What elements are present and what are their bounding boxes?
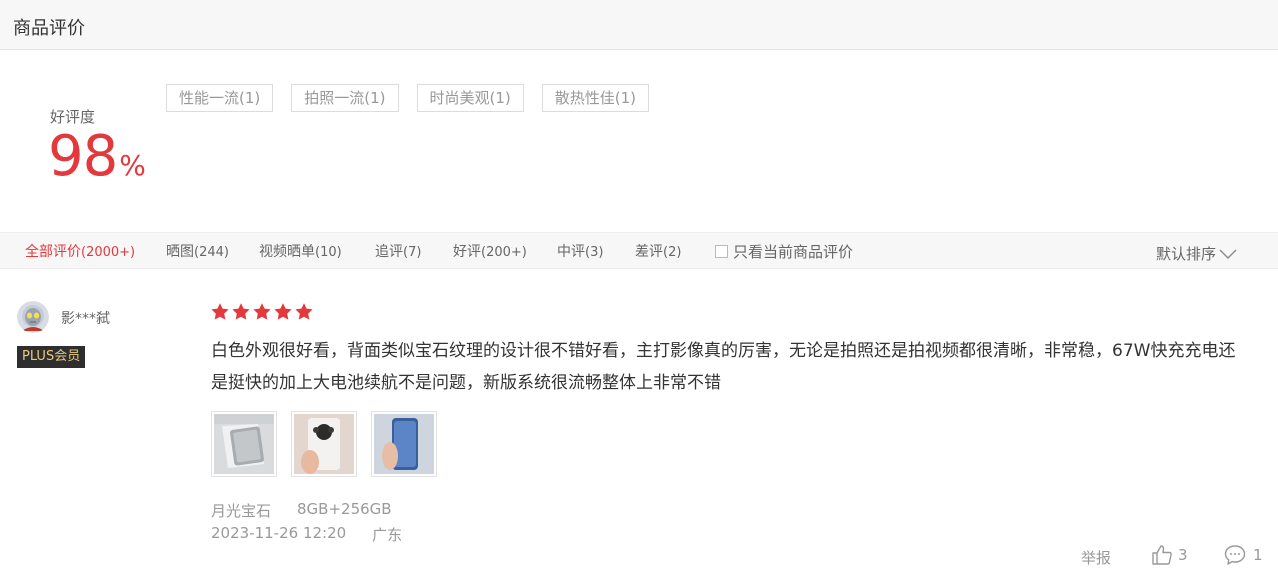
filter-all-label: 全部评价 — [25, 244, 81, 260]
filter-followup[interactable]: 追评(7) — [375, 241, 421, 261]
star-icon — [211, 303, 229, 320]
tag-appearance[interactable]: 时尚美观(1) — [416, 84, 524, 112]
thumbs-up-icon — [1152, 545, 1172, 565]
filter-bar: 全部评价(2000+) 晒图(244) 视频晒单(10) 追评(7) 好评(20… — [0, 232, 1278, 269]
like-button[interactable]: 3 — [1150, 543, 1188, 567]
filter-photos[interactable]: 晒图(244) — [166, 241, 229, 261]
like-count: 3 — [1178, 546, 1188, 564]
chevron-down-icon — [1219, 249, 1237, 259]
plus-member-badge: PLUS会员 — [17, 346, 86, 368]
review-location: 广东 — [372, 526, 403, 544]
rating-value: 98% — [48, 124, 146, 199]
variant-color: 月光宝石 — [211, 502, 272, 520]
section-title: 商品评价 — [13, 18, 85, 39]
photo-image — [294, 414, 354, 474]
filter-followup-label: 追评 — [375, 244, 403, 260]
filter-neutral[interactable]: 中评(3) — [557, 241, 603, 261]
report-link[interactable]: 举报 — [1081, 547, 1111, 568]
filter-followup-count: (7) — [403, 245, 422, 260]
filter-all[interactable]: 全部评价(2000+) — [25, 241, 135, 261]
review-meta: 2023-11-26 12:20 广东 — [211, 524, 402, 545]
photo-thumbnail-2[interactable] — [291, 411, 357, 477]
review-datetime: 2023-11-26 12:20 — [211, 524, 347, 542]
filter-photos-label: 晒图 — [166, 244, 194, 260]
filter-neutral-count: (3) — [585, 245, 604, 260]
tag-cooling[interactable]: 散热性佳(1) — [541, 84, 649, 112]
photo-image — [374, 414, 434, 474]
tag-camera[interactable]: 拍照一流(1) — [291, 84, 399, 112]
photo-thumbnail-3[interactable] — [371, 411, 437, 477]
filter-neutral-label: 中评 — [557, 244, 585, 260]
tag-performance[interactable]: 性能一流(1) — [166, 84, 274, 112]
filter-videos[interactable]: 视频晒单(10) — [259, 241, 342, 261]
star-icon — [253, 303, 271, 320]
filter-videos-count: (10) — [315, 245, 342, 260]
filter-negative-label: 差评 — [635, 244, 663, 260]
only-current-toggle[interactable]: 只看当前商品评价 — [715, 241, 853, 262]
rating-unit: % — [119, 149, 146, 182]
product-variant: 月光宝石 8GB+256GB — [211, 500, 392, 521]
avatar[interactable] — [17, 301, 49, 333]
star-icon — [274, 303, 292, 320]
only-current-label: 只看当前商品评价 — [733, 243, 854, 261]
review-photos — [211, 411, 437, 477]
variant-spec: 8GB+256GB — [297, 500, 392, 518]
avatar-image — [17, 301, 49, 333]
reply-button[interactable]: 1 — [1223, 543, 1263, 567]
photo-thumbnail-1[interactable] — [211, 411, 277, 477]
filter-positive-count: (200+) — [481, 245, 527, 260]
username: 影***弑 — [61, 311, 110, 327]
sort-dropdown[interactable]: 默认排序 — [1156, 243, 1237, 264]
filter-positive-label: 好评 — [453, 244, 481, 260]
star-rating — [210, 302, 314, 322]
only-current-checkbox[interactable] — [715, 245, 728, 258]
sort-label: 默认排序 — [1156, 245, 1217, 263]
reply-count: 1 — [1253, 546, 1263, 564]
filter-videos-label: 视频晒单 — [259, 244, 315, 260]
filter-all-count: (2000+) — [81, 245, 136, 260]
filter-negative[interactable]: 差评(2) — [635, 241, 681, 261]
filter-positive[interactable]: 好评(200+) — [453, 241, 527, 261]
star-icon — [295, 303, 313, 320]
filter-negative-count: (2) — [663, 245, 682, 260]
rating-number: 98 — [48, 124, 118, 189]
filter-photos-count: (244) — [194, 245, 229, 260]
tag-list: 性能一流(1) 拍照一流(1) 时尚美观(1) 散热性佳(1) — [166, 84, 649, 112]
comment-icon — [1224, 545, 1246, 565]
star-icon — [232, 303, 250, 320]
review-text: 白色外观很好看，背面类似宝石纹理的设计很不错好看，主打影像真的厉害，无论是拍照还… — [211, 341, 1236, 393]
photo-image — [214, 414, 274, 474]
section-header: 商品评价 — [0, 0, 1278, 50]
